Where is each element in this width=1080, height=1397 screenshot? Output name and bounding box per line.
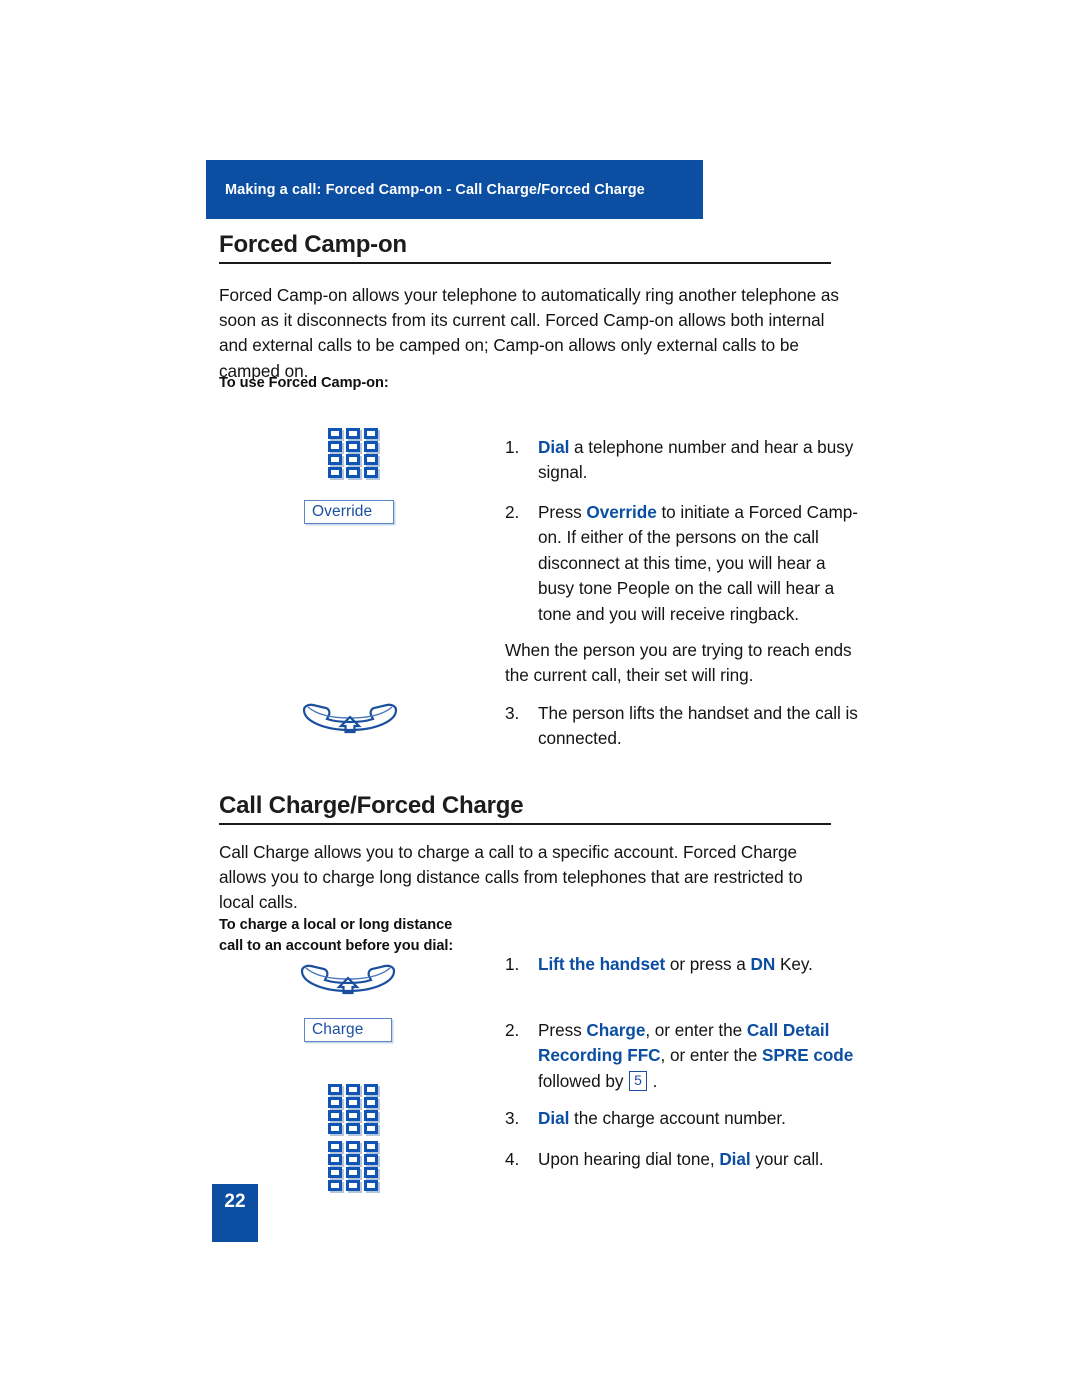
section2-lead-in-line2: call to an account before you dial: bbox=[219, 938, 454, 954]
step-text: Lift the handset or press a DN Key. bbox=[538, 952, 865, 977]
step-item: 3. Dial the charge account number. bbox=[505, 1106, 865, 1131]
dialpad-icon bbox=[328, 428, 378, 478]
dialpad-key-5[interactable]: 5 bbox=[629, 1070, 647, 1092]
step-text-after: a telephone number and hear a busy signa… bbox=[538, 437, 854, 483]
section2-lead-in: To charge a local or long distance call … bbox=[219, 915, 453, 957]
page-number-tab: 22 bbox=[212, 1184, 258, 1242]
step-text: Upon hearing dial tone, Dial your call. bbox=[538, 1147, 880, 1172]
lift-handset-icon bbox=[298, 958, 398, 998]
step-number: 2. bbox=[505, 502, 520, 522]
override-softkey-button[interactable]: Override bbox=[304, 500, 394, 524]
step-text-plain: followed by bbox=[538, 1070, 629, 1091]
step-text: Press Override to initiate a Forced Camp… bbox=[538, 500, 865, 627]
step-text-plain: , or enter the bbox=[660, 1045, 763, 1066]
step-keyword: Override bbox=[586, 502, 657, 522]
document-page: Making a call: Forced Camp-on - Call Cha… bbox=[0, 0, 1080, 1397]
step-text: The person lifts the handset and the cal… bbox=[538, 703, 858, 749]
page-header-banner: Making a call: Forced Camp-on - Call Cha… bbox=[206, 160, 703, 219]
step-item: 1. Lift the handset or press a DN Key. bbox=[505, 952, 865, 977]
step-keyword: Charge bbox=[586, 1020, 646, 1040]
step-text-plain: or press a bbox=[665, 954, 751, 974]
step-number: 1. bbox=[505, 437, 520, 457]
charge-softkey-label: Charge bbox=[312, 1021, 364, 1038]
step-keyword: Dial bbox=[538, 437, 570, 457]
step-text-plain: Key. bbox=[775, 954, 813, 974]
step-item: 2. Press Override to initiate a Forced C… bbox=[505, 500, 865, 627]
step-keyword: Lift the handset bbox=[538, 954, 666, 974]
step-text-before: Press bbox=[538, 502, 587, 522]
section1-paragraph: Forced Camp-on allows your telephone to … bbox=[219, 285, 839, 381]
section1-note: When the person you are trying to reach … bbox=[505, 640, 852, 686]
section2-paragraph: Call Charge allows you to charge a call … bbox=[219, 842, 803, 913]
step-keyword: Dial bbox=[538, 1108, 570, 1128]
lift-handset-icon bbox=[300, 697, 400, 737]
page-number-label: 22 bbox=[224, 1191, 246, 1212]
step-item: 2. Press Charge, or enter the Call Detai… bbox=[505, 1018, 865, 1094]
step-keyword: SPRE code bbox=[762, 1045, 854, 1066]
charge-softkey-button[interactable]: Charge bbox=[304, 1018, 392, 1042]
step-text-plain: , or enter the bbox=[645, 1020, 747, 1040]
heading-divider bbox=[219, 823, 831, 826]
step-text-plain: . bbox=[647, 1070, 658, 1091]
step-keyword: Dial bbox=[719, 1149, 751, 1169]
step-text: Press Charge, or enter the Call Detail R… bbox=[538, 1018, 865, 1094]
section2-title: Call Charge/Forced Charge bbox=[219, 792, 524, 819]
page-title: Forced Camp-on bbox=[219, 231, 407, 258]
step-item: 1. Dial a telephone number and hear a bu… bbox=[505, 435, 865, 486]
section-heading-forced-camp-on: Forced Camp-on bbox=[219, 231, 831, 265]
breadcrumb: Making a call: Forced Camp-on - Call Cha… bbox=[225, 181, 645, 198]
step-number: 2. bbox=[505, 1020, 520, 1040]
step-text: Dial the charge account number. bbox=[538, 1106, 865, 1131]
step-text: Dial a telephone number and hear a busy … bbox=[538, 435, 865, 486]
step-number: 3. bbox=[505, 1108, 520, 1128]
section2-lead-in-line1: To charge a local or long distance bbox=[219, 917, 453, 933]
step-text-plain: the charge account number. bbox=[569, 1108, 786, 1128]
dialpad-icon bbox=[328, 1141, 378, 1191]
step-item: 4. Upon hearing dial tone, Dial your cal… bbox=[505, 1147, 880, 1172]
override-softkey-label: Override bbox=[312, 503, 373, 520]
step-number: 4. bbox=[505, 1149, 520, 1169]
step-number: 1. bbox=[505, 954, 520, 974]
step-text-plain: your call. bbox=[750, 1149, 824, 1169]
step-number: 3. bbox=[505, 703, 520, 723]
heading-divider bbox=[219, 262, 831, 265]
section1-lead-in: To use Forced Camp-on: bbox=[219, 375, 389, 391]
step-item: 3. The person lifts the handset and the … bbox=[505, 701, 865, 752]
step-text-plain: Upon hearing dial tone, bbox=[538, 1149, 720, 1169]
step-keyword: DN bbox=[750, 954, 776, 974]
dialpad-icon bbox=[328, 1084, 378, 1134]
step-text-plain: Press bbox=[538, 1020, 587, 1040]
section-heading-call-charge: Call Charge/Forced Charge bbox=[219, 792, 831, 826]
